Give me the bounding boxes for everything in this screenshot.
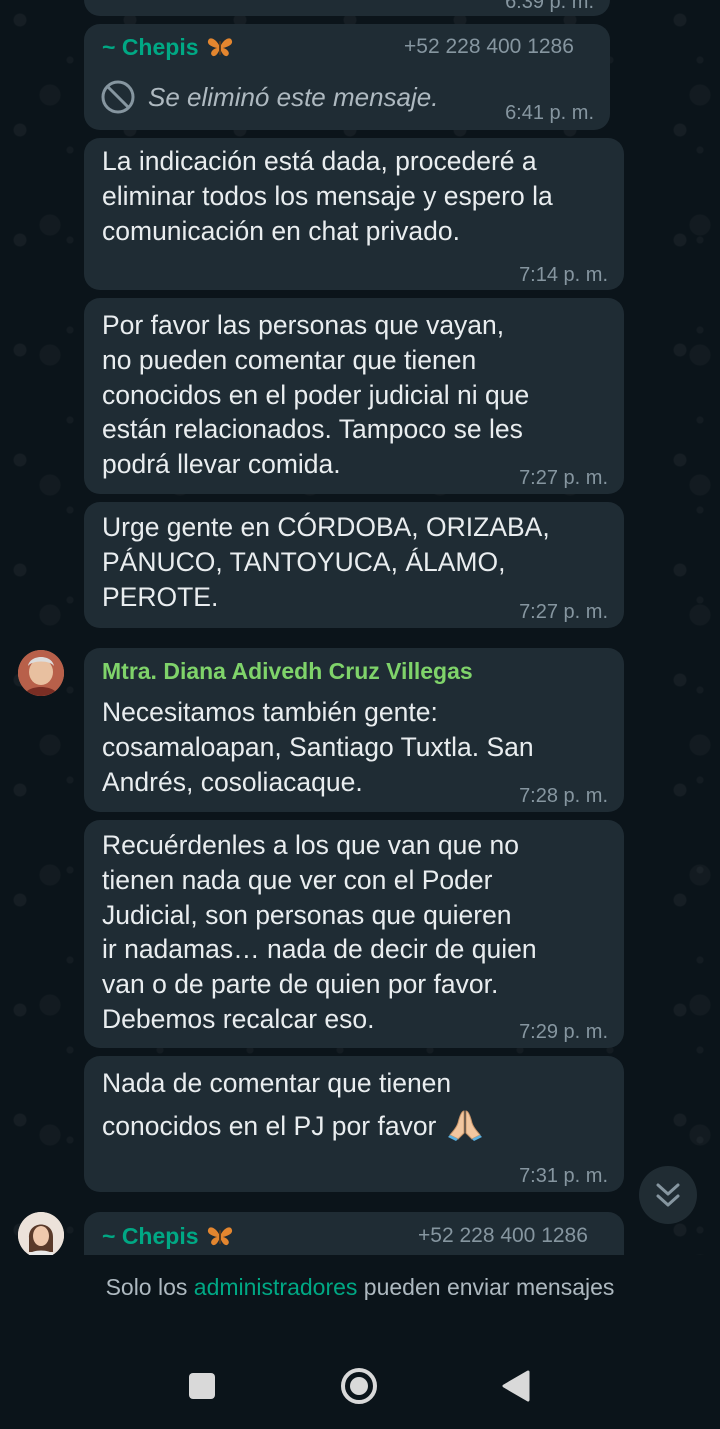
message-text: Por favor las personas que vayan, no pue…	[102, 310, 530, 480]
message-time: 7:28 p. m.	[519, 785, 608, 807]
scroll-to-bottom-button[interactable]	[639, 1166, 697, 1224]
message-bubble[interactable]: Nada de comentar que tienen conocidos en…	[84, 1056, 624, 1192]
message-bubble[interactable]: Urge gente en CÓRDOBA, ORIZABA, PÁNUCO, …	[84, 502, 624, 628]
bottom-bar: Solo los administradores pueden enviar m…	[0, 1255, 720, 1429]
message-time: 7:27 p. m.	[519, 467, 608, 489]
butterfly-icon	[207, 1225, 233, 1253]
administrators-link[interactable]: administradores	[194, 1274, 358, 1300]
avatar[interactable]	[18, 1212, 64, 1255]
sender-name[interactable]: ~ Chepis	[102, 1223, 233, 1253]
square-icon	[186, 1373, 218, 1406]
message-time: 7:31 p. m.	[519, 1165, 608, 1187]
message-time: 7:29 p. m.	[519, 1021, 608, 1043]
sender-phone: +52 228 400 1286	[404, 35, 574, 58]
message-time: 6:41 p. m.	[505, 102, 594, 124]
deleted-message-text: Se eliminó este mensaje.	[148, 82, 439, 112]
praying-hands-icon	[448, 1107, 483, 1150]
circle-icon	[340, 1368, 378, 1409]
message-text: La indicación está dada, procederé a eli…	[102, 146, 553, 246]
butterfly-icon	[207, 36, 233, 64]
message-bubble[interactable]: Por favor las personas que vayan, no pue…	[84, 298, 624, 494]
message-time: 7:27 p. m.	[519, 601, 608, 623]
message-bubble[interactable]: La indicación está dada, procederé a eli…	[84, 138, 624, 290]
triangle-back-icon	[500, 1370, 532, 1407]
sender-phone: +52 228 400 1286	[418, 1224, 588, 1247]
admin-only-notice: Solo los administradores pueden enviar m…	[105, 1274, 615, 1300]
message-bubble-partial[interactable]: 6:39 p. m.	[84, 0, 610, 16]
message-bubble[interactable]: ~ Chepis +52 228 400 1286 Se eliminó est…	[84, 24, 610, 130]
message-text: Nada de comentar que tienen conocidos en…	[102, 1066, 483, 1150]
message-bubble[interactable]: ~ Chepis +52 228 400 1286	[84, 1212, 624, 1255]
prohibited-icon	[100, 79, 136, 120]
sender-name[interactable]: ~ Chepis	[102, 34, 233, 64]
message-text: Necesitamos también gente: cosamaloapan,…	[102, 697, 534, 797]
sender-name[interactable]: Mtra. Diana Adivedh Cruz Villegas	[102, 658, 473, 685]
message-bubble[interactable]: Recuérdenles a los que van que no tienen…	[84, 820, 624, 1048]
avatar[interactable]	[18, 650, 64, 696]
message-time: 7:14 p. m.	[519, 264, 608, 286]
nav-home-button[interactable]	[340, 1367, 378, 1405]
nav-recents-button[interactable]	[186, 1370, 218, 1402]
nav-back-button[interactable]	[500, 1369, 532, 1403]
message-time: 6:39 p. m.	[505, 0, 594, 13]
double-chevron-down-icon	[655, 1182, 681, 1215]
message-text: Recuérdenles a los que van que no tienen…	[102, 830, 537, 1034]
message-bubble[interactable]: Mtra. Diana Adivedh Cruz Villegas Necesi…	[84, 648, 624, 812]
chat-area[interactable]: 6:39 p. m. ~ Chepis +52 228 400 1286 Se …	[0, 0, 720, 1255]
message-text: Urge gente en CÓRDOBA, ORIZABA, PÁNUCO, …	[102, 512, 550, 612]
